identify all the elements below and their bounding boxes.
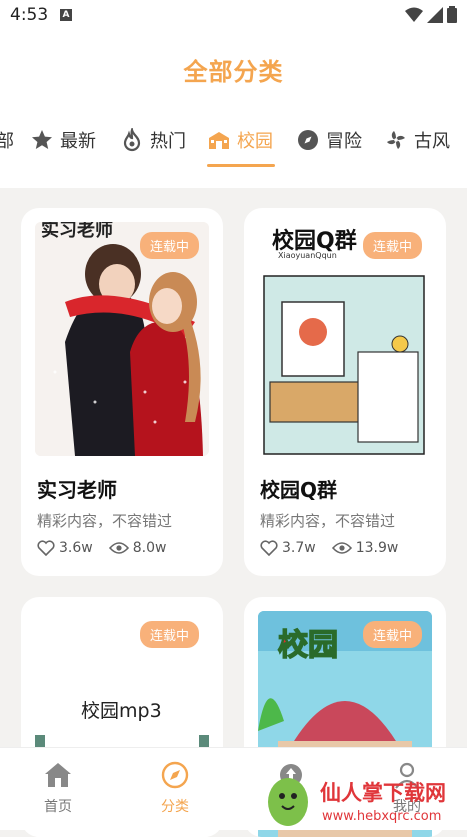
tab-adventure[interactable]: 冒险 [296,124,362,156]
battery-icon [447,6,457,23]
comic-description: 精彩内容，不容错过 [37,512,173,530]
category-tabs: 部 最新 热门 校园 冒险 古风 [0,108,467,188]
star-icon [32,130,52,149]
tab-label: 校园 [237,131,273,152]
comic-title: 校园Q群 [260,478,338,502]
watermark-logo: 仙人掌下载网 www.hebxqrc.com [268,778,446,826]
school-icon [209,132,229,149]
nav-label: 首页 [44,799,72,815]
comic-title: 实习老师 [37,478,117,502]
views-count: 13.9w [355,540,399,556]
watermark-text: 仙人掌下载网 [320,781,446,805]
eye-icon [108,542,129,554]
nav-category[interactable]: 分类 [140,760,210,816]
tab-label: 热门 [150,131,186,152]
tab-all-partial[interactable]: 部 [0,124,14,156]
status-badge: 连载中 [362,621,422,648]
nav-label: 分类 [161,799,189,815]
compass-icon [298,130,318,150]
heart-icon [260,540,278,556]
watermark-url: www.hebxqrc.com [322,809,441,824]
tab-label: 冒险 [326,131,362,152]
page-title: 全部分类 [183,58,284,86]
comic-stats: 3.6w 8.0w [37,540,182,556]
heart-icon [37,540,55,556]
tab-latest[interactable]: 最新 [30,124,96,156]
tab-label: 部 [0,131,14,152]
views-count: 8.0w [132,540,167,556]
fan-icon [387,131,405,149]
comic-card[interactable]: 实习老师 连载中 实习老师 精彩内容，不容错过 3.6w 8.0w [21,208,223,576]
status-time: 4:53 [10,5,49,25]
tab-label: 古风 [414,131,450,152]
active-tab-indicator [207,164,275,167]
cover-title-text: 校园mp3 [81,700,162,722]
sim-icon: A [60,9,72,21]
tab-hot[interactable]: 热门 [120,124,186,156]
signal-icon [427,6,443,23]
tab-campus[interactable]: 校园 [207,124,273,156]
cover-subtitle-text: XiaoyuanQqun [278,251,337,260]
cover-title-text: 实习老师 [41,222,113,241]
likes-count: 3.6w [59,540,93,556]
watermark: 仙人掌下载网 www.hebxqrc.com [262,770,462,828]
likes-count: 3.7w [282,540,316,556]
wifi-icon [405,7,423,22]
status-badge: 连载中 [139,232,199,259]
status-bar: 4:53 A [0,0,467,30]
tab-label: 最新 [60,131,96,152]
flame-icon [123,128,141,152]
cover-title-text: 校园 [278,628,338,663]
tab-ancient[interactable]: 古风 [384,124,450,156]
eye-icon [331,542,352,554]
status-badge: 连载中 [362,232,422,259]
status-badge: 连载中 [139,621,199,648]
nav-home[interactable]: 首页 [23,760,93,816]
status-icons [405,6,457,23]
compass-icon [161,761,189,789]
home-icon [45,763,71,787]
header: 全部分类 [0,30,467,108]
comic-stats: 3.7w 13.9w [260,540,414,556]
comic-description: 精彩内容，不容错过 [260,512,396,530]
comic-card[interactable]: 校园Q群 XiaoyuanQqun 连载中 校园Q群 精彩内容，不容错过 3.7… [244,208,446,576]
